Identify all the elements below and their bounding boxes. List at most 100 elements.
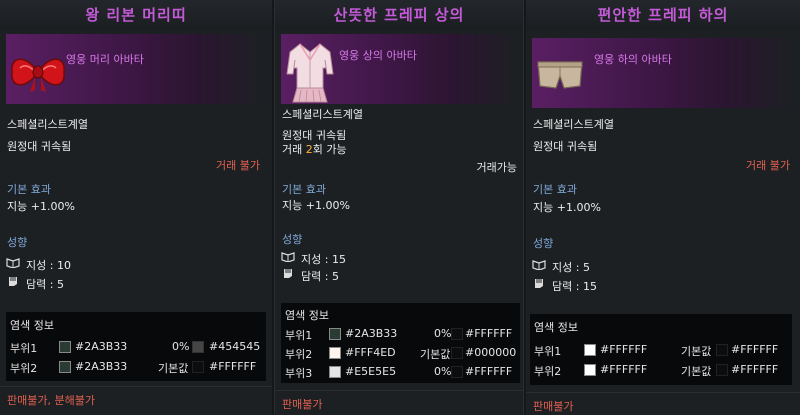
base-effect-value: 지능 +1.00%: [533, 201, 601, 214]
fist-icon: [535, 279, 543, 288]
dye-percent: 0%: [172, 340, 190, 353]
tooltip-panel-preppy-top: 산뜻한 프레피 상의 영웅 상의 아바타 스페셜리스트계열 원정대 귀속됨 거래…: [274, 0, 524, 415]
dye-target-color: #FFFFFF: [731, 343, 779, 356]
color-swatch: [329, 347, 341, 359]
dye-part: 부위2: [285, 348, 313, 361]
dye-percent: 기본값: [158, 362, 189, 375]
dye-target-color: #000000: [465, 346, 517, 359]
dye-row: 부위2 #FFFFFF 기본값 #FFFFFF: [530, 361, 792, 379]
dye-target-color: #FFFFFF: [465, 365, 513, 378]
item-title: 왕 리본 머리띠: [0, 0, 272, 30]
dye-color: #E5E5E5: [345, 365, 397, 378]
target-swatch: [451, 366, 463, 378]
base-effect-label: 기본 효과: [533, 183, 577, 196]
dye-color: #2A3B33: [345, 327, 398, 340]
tendency-label: 성향: [7, 236, 28, 249]
dye-part: 부위3: [285, 367, 313, 380]
dye-percent: 0%: [434, 327, 452, 340]
fist-icon: [9, 277, 17, 286]
dye-info-title: 염색 정보: [10, 319, 54, 332]
dye-row: 부위2 #FFF4ED 기본값 #000000: [281, 344, 520, 362]
avatar-type-label: 영웅 하의 아바타: [594, 53, 672, 66]
color-swatch: [584, 344, 596, 356]
tendency-intellect: 지성 : 10: [26, 259, 71, 272]
color-swatch: [329, 328, 341, 340]
base-effect-value: 지능 +1.00%: [7, 200, 75, 213]
dye-part: 부위2: [10, 362, 38, 375]
target-swatch: [716, 364, 728, 376]
avatar-type-label: 영웅 머리 아바타: [66, 53, 144, 66]
dye-info-box: 염색 정보 부위1 #2A3B33 0% #FFFFFF 부위2 #FFF4ED…: [281, 303, 520, 383]
dye-info-box: 염색 정보 부위1 #FFFFFF 기본값 #FFFFFF 부위2 #FFFFF…: [530, 314, 792, 385]
item-category: 스페셜리스트계열: [533, 118, 614, 131]
fist-icon: [284, 269, 292, 278]
trade-status: 거래가능: [476, 161, 517, 174]
color-swatch: [59, 341, 71, 353]
dye-color: #FFFFFF: [600, 343, 648, 356]
shirt-icon: [286, 43, 334, 103]
target-swatch: [451, 347, 463, 359]
dye-row: 부위1 #FFFFFF 기본값 #FFFFFF: [530, 341, 792, 359]
tendency-label: 성향: [533, 237, 554, 250]
item-title: 산뜻한 프레피 상의: [275, 0, 523, 30]
dye-color: #2A3B33: [75, 360, 128, 373]
bound-status: 원정대 귀속됨: [7, 140, 72, 153]
dye-row: 부위2 #2A3B33 기본값 #FFFFFF: [6, 358, 266, 376]
trade-status: 거래 불가: [216, 159, 260, 172]
tooltip-panel-ribbon-headband: 왕 리본 머리띠 영웅 머리 아바타 스페셜리스트계열 원정대 귀속됨 거래 불…: [0, 0, 272, 415]
sell-restriction: 판매불가: [282, 398, 323, 411]
target-swatch: [192, 341, 204, 353]
dye-percent: 기본값: [681, 365, 712, 378]
divider: [526, 392, 800, 393]
color-swatch: [329, 366, 341, 378]
item-category: 스페셜리스트계열: [7, 118, 88, 131]
dye-part: 부위1: [10, 342, 38, 355]
tendency-courage: 담력 : 5: [26, 278, 64, 291]
dye-color: #FFF4ED: [345, 346, 396, 359]
tooltip-panel-preppy-bottom: 편안한 프레피 하의 영웅 하의 아바타 스페셜리스트계열 원정대 귀속됨 거래…: [526, 0, 800, 415]
item-title: 편안한 프레피 하의: [526, 0, 800, 30]
sell-disassemble-restriction: 판매불가, 분해불가: [7, 394, 95, 407]
tendency-intellect: 지성 : 5: [552, 261, 590, 274]
dye-target-color: #FFFFFF: [209, 360, 257, 373]
book-icon: [6, 258, 20, 268]
dye-info-title: 염색 정보: [285, 309, 329, 322]
dye-row: 부위3 #E5E5E5 0% #FFFFFF: [281, 363, 520, 381]
book-icon: [281, 252, 295, 262]
dye-target-color: #FFFFFF: [731, 363, 779, 376]
divider: [275, 390, 523, 391]
tendency-courage: 담력 : 5: [301, 270, 339, 283]
avatar-type-label: 영웅 상의 아바타: [339, 49, 417, 62]
bound-status: 원정대 귀속됨: [533, 140, 598, 153]
trade-status: 거래 불가: [746, 159, 790, 172]
dye-target-color: #454545: [209, 340, 261, 353]
dye-info-box: 염색 정보 부위1 #2A3B33 0% #454545 부위2 #2A3B33…: [6, 312, 266, 381]
tendency-label: 성향: [282, 233, 303, 246]
dye-part: 부위2: [534, 365, 562, 378]
color-swatch: [584, 364, 596, 376]
tendency-intellect: 지성 : 15: [301, 253, 346, 266]
dye-part: 부위1: [285, 329, 313, 342]
dye-percent: 기본값: [681, 345, 712, 358]
ribbon-icon: [11, 58, 65, 92]
tendency-courage: 담력 : 15: [552, 280, 597, 293]
divider: [0, 386, 272, 387]
dye-row: 부위1 #2A3B33 0% #FFFFFF: [281, 325, 520, 343]
dye-info-title: 염색 정보: [534, 321, 578, 334]
dye-percent: 0%: [434, 365, 452, 378]
dye-target-color: #FFFFFF: [465, 327, 513, 340]
color-swatch: [59, 361, 71, 373]
base-effect-value: 지능 +1.00%: [282, 199, 350, 212]
dye-color: #FFFFFF: [600, 363, 648, 376]
target-swatch: [192, 361, 204, 373]
sell-restriction: 판매불가: [533, 400, 574, 413]
dye-percent: 기본값: [420, 348, 451, 361]
dye-color: #2A3B33: [75, 340, 128, 353]
target-swatch: [716, 344, 728, 356]
dye-part: 부위1: [534, 345, 562, 358]
trade-count: 거래 2회 가능: [282, 143, 347, 156]
shorts-icon: [537, 61, 583, 89]
book-icon: [532, 260, 546, 270]
item-category: 스페셜리스트계열: [282, 108, 363, 121]
base-effect-label: 기본 효과: [7, 183, 51, 196]
